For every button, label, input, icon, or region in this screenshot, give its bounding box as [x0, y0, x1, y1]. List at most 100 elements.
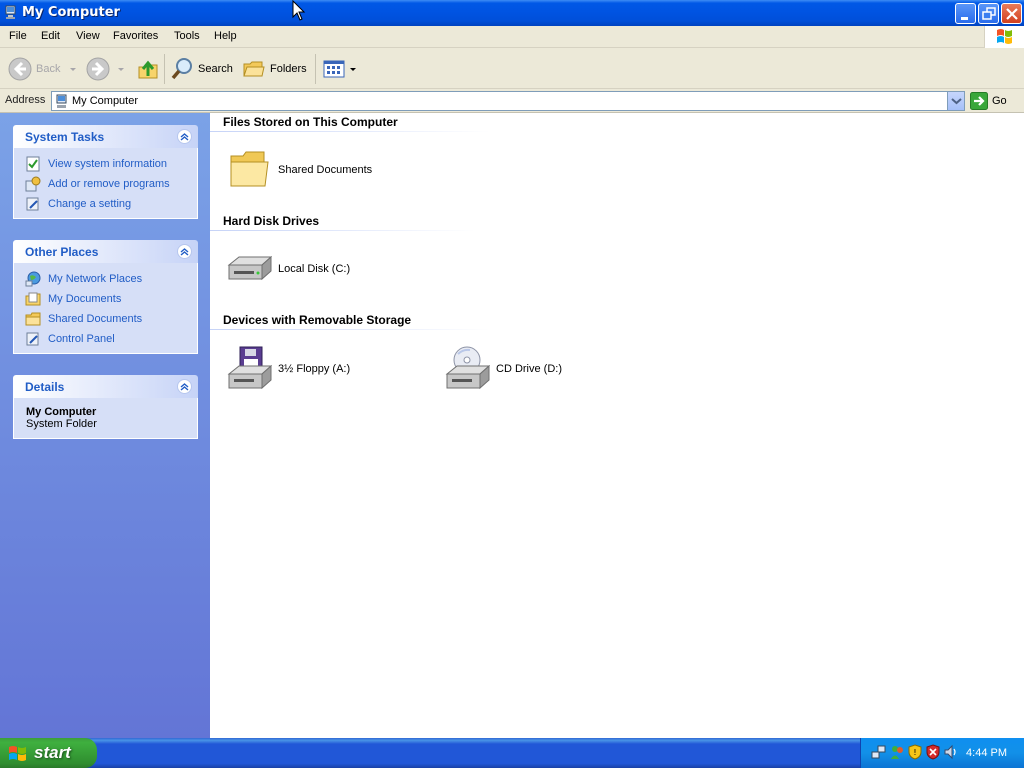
- address-input[interactable]: My Computer: [51, 91, 965, 111]
- taskbar: start ! 4:44 PM: [0, 738, 1024, 768]
- control-panel-link[interactable]: Control Panel: [14, 329, 197, 349]
- floppy-a-item[interactable]: 3½ Floppy (A:): [226, 346, 350, 392]
- my-documents-link[interactable]: My Documents: [14, 289, 197, 309]
- mouse-cursor-icon: [292, 0, 306, 21]
- shared-documents-item[interactable]: Shared Documents: [228, 150, 372, 190]
- group-header-hard-disk-drives: Hard Disk Drives: [223, 214, 320, 228]
- other-places-title: Other Places: [25, 245, 99, 259]
- go-label: Go: [992, 95, 1007, 107]
- control-panel-icon: [26, 332, 39, 346]
- alert-shield-tray-icon[interactable]: [925, 744, 941, 760]
- close-button[interactable]: [1001, 3, 1022, 24]
- group-header-files-stored: Files Stored on This Computer: [223, 115, 398, 129]
- folders-label: Folders: [270, 63, 307, 75]
- chevron-down-icon: [951, 98, 962, 105]
- details-body: My Computer System Folder: [13, 398, 198, 439]
- other-places-body: My Network Places My Documents Shared Do…: [13, 263, 198, 354]
- views-button[interactable]: [322, 54, 358, 84]
- window-title: My Computer: [22, 5, 120, 20]
- system-tasks-title: System Tasks: [25, 130, 105, 144]
- forward-dropdown-icon[interactable]: [116, 64, 126, 74]
- network-tray-icon[interactable]: [871, 744, 887, 760]
- menu-edit[interactable]: Edit: [41, 30, 60, 42]
- my-documents-icon: [25, 292, 41, 306]
- hard-disk-icon: [227, 255, 272, 281]
- toolbar-separator: [164, 54, 165, 84]
- go-arrow-icon: [970, 92, 988, 110]
- search-icon: [171, 58, 192, 80]
- start-label: start: [34, 743, 71, 762]
- cd-drive-d-item[interactable]: CD Drive (D:): [444, 346, 562, 392]
- menu-tools[interactable]: Tools: [174, 30, 200, 42]
- collapse-chevron-icon[interactable]: [177, 379, 192, 394]
- collapse-chevron-icon[interactable]: [177, 244, 192, 259]
- volume-tray-icon[interactable]: [943, 744, 959, 760]
- menu-help[interactable]: Help: [214, 30, 237, 42]
- minimize-button[interactable]: [955, 3, 976, 24]
- my-computer-icon: [56, 94, 67, 108]
- messenger-tray-icon[interactable]: [889, 744, 905, 760]
- restore-button[interactable]: [978, 3, 999, 24]
- views-icon: [323, 60, 345, 78]
- windows-flag-icon: [9, 746, 26, 761]
- up-folder-icon: [138, 60, 158, 79]
- local-disk-c-item[interactable]: Local Disk (C:): [226, 249, 350, 289]
- system-info-icon: [26, 156, 40, 172]
- close-icon: [1006, 8, 1018, 20]
- go-button[interactable]: Go: [970, 92, 1007, 110]
- address-dropdown-button[interactable]: [947, 92, 964, 110]
- add-remove-programs-link[interactable]: Add or remove programs: [14, 174, 197, 194]
- clock[interactable]: 4:44 PM: [966, 747, 1007, 759]
- minimize-icon: [961, 17, 968, 20]
- change-a-setting-link[interactable]: Change a setting: [14, 194, 197, 214]
- menu-view[interactable]: View: [76, 30, 100, 42]
- folders-button[interactable]: Folders: [242, 54, 307, 84]
- svg-text:!: !: [913, 748, 916, 757]
- system-tasks-panel: System Tasks View system information Add…: [13, 125, 198, 219]
- back-dropdown-icon[interactable]: [68, 64, 78, 74]
- folder-icon: [230, 151, 269, 187]
- content-area: Files Stored on This Computer Shared Doc…: [210, 113, 1024, 738]
- system-tasks-header[interactable]: System Tasks: [13, 125, 198, 148]
- group-divider: [210, 230, 475, 231]
- system-tasks-body: View system information Add or remove pr…: [13, 148, 198, 219]
- toolbar-separator: [315, 54, 316, 84]
- restore-icon: [982, 7, 996, 20]
- view-system-information-link[interactable]: View system information: [14, 154, 197, 174]
- add-remove-programs-icon: [25, 176, 41, 192]
- group-divider: [210, 329, 490, 330]
- group-divider: [210, 131, 490, 132]
- views-dropdown-icon: [350, 68, 356, 71]
- title-bar[interactable]: My Computer: [0, 0, 1024, 26]
- start-button[interactable]: start: [0, 738, 97, 768]
- details-title: Details: [25, 380, 65, 394]
- my-network-places-link[interactable]: My Network Places: [14, 269, 197, 289]
- folder-icon: [25, 312, 41, 326]
- up-folder-button[interactable]: [136, 54, 160, 84]
- floppy-drive-icon: [227, 346, 272, 390]
- details-name: My Computer: [26, 406, 97, 418]
- toolbar: Back Search Folders: [0, 48, 1024, 89]
- address-value: My Computer: [72, 95, 139, 107]
- folders-icon: [243, 61, 265, 77]
- menu-file[interactable]: File: [9, 30, 27, 42]
- shared-documents-link[interactable]: Shared Documents: [14, 309, 197, 329]
- windows-flag-icon: [997, 29, 1012, 44]
- other-places-header[interactable]: Other Places: [13, 240, 198, 263]
- item-label: 3½ Floppy (A:): [278, 363, 351, 375]
- back-arrow-icon: [8, 57, 32, 81]
- item-label: CD Drive (D:): [496, 363, 562, 375]
- other-places-panel: Other Places My Network Places My Docume…: [13, 240, 198, 354]
- address-label: Address: [5, 94, 46, 106]
- collapse-chevron-icon[interactable]: [177, 129, 192, 144]
- system-tray: ! 4:44 PM: [860, 738, 1024, 768]
- menu-bar: File Edit View Favorites Tools Help: [0, 26, 1024, 48]
- my-computer-icon: [5, 5, 16, 19]
- cd-drive-icon: [445, 346, 490, 390]
- security-shield-tray-icon[interactable]: !: [907, 744, 923, 760]
- back-button[interactable]: Back: [8, 54, 78, 84]
- search-button[interactable]: Search: [170, 54, 233, 84]
- details-header[interactable]: Details: [13, 375, 198, 398]
- forward-button[interactable]: [86, 54, 126, 84]
- menu-favorites[interactable]: Favorites: [113, 30, 158, 42]
